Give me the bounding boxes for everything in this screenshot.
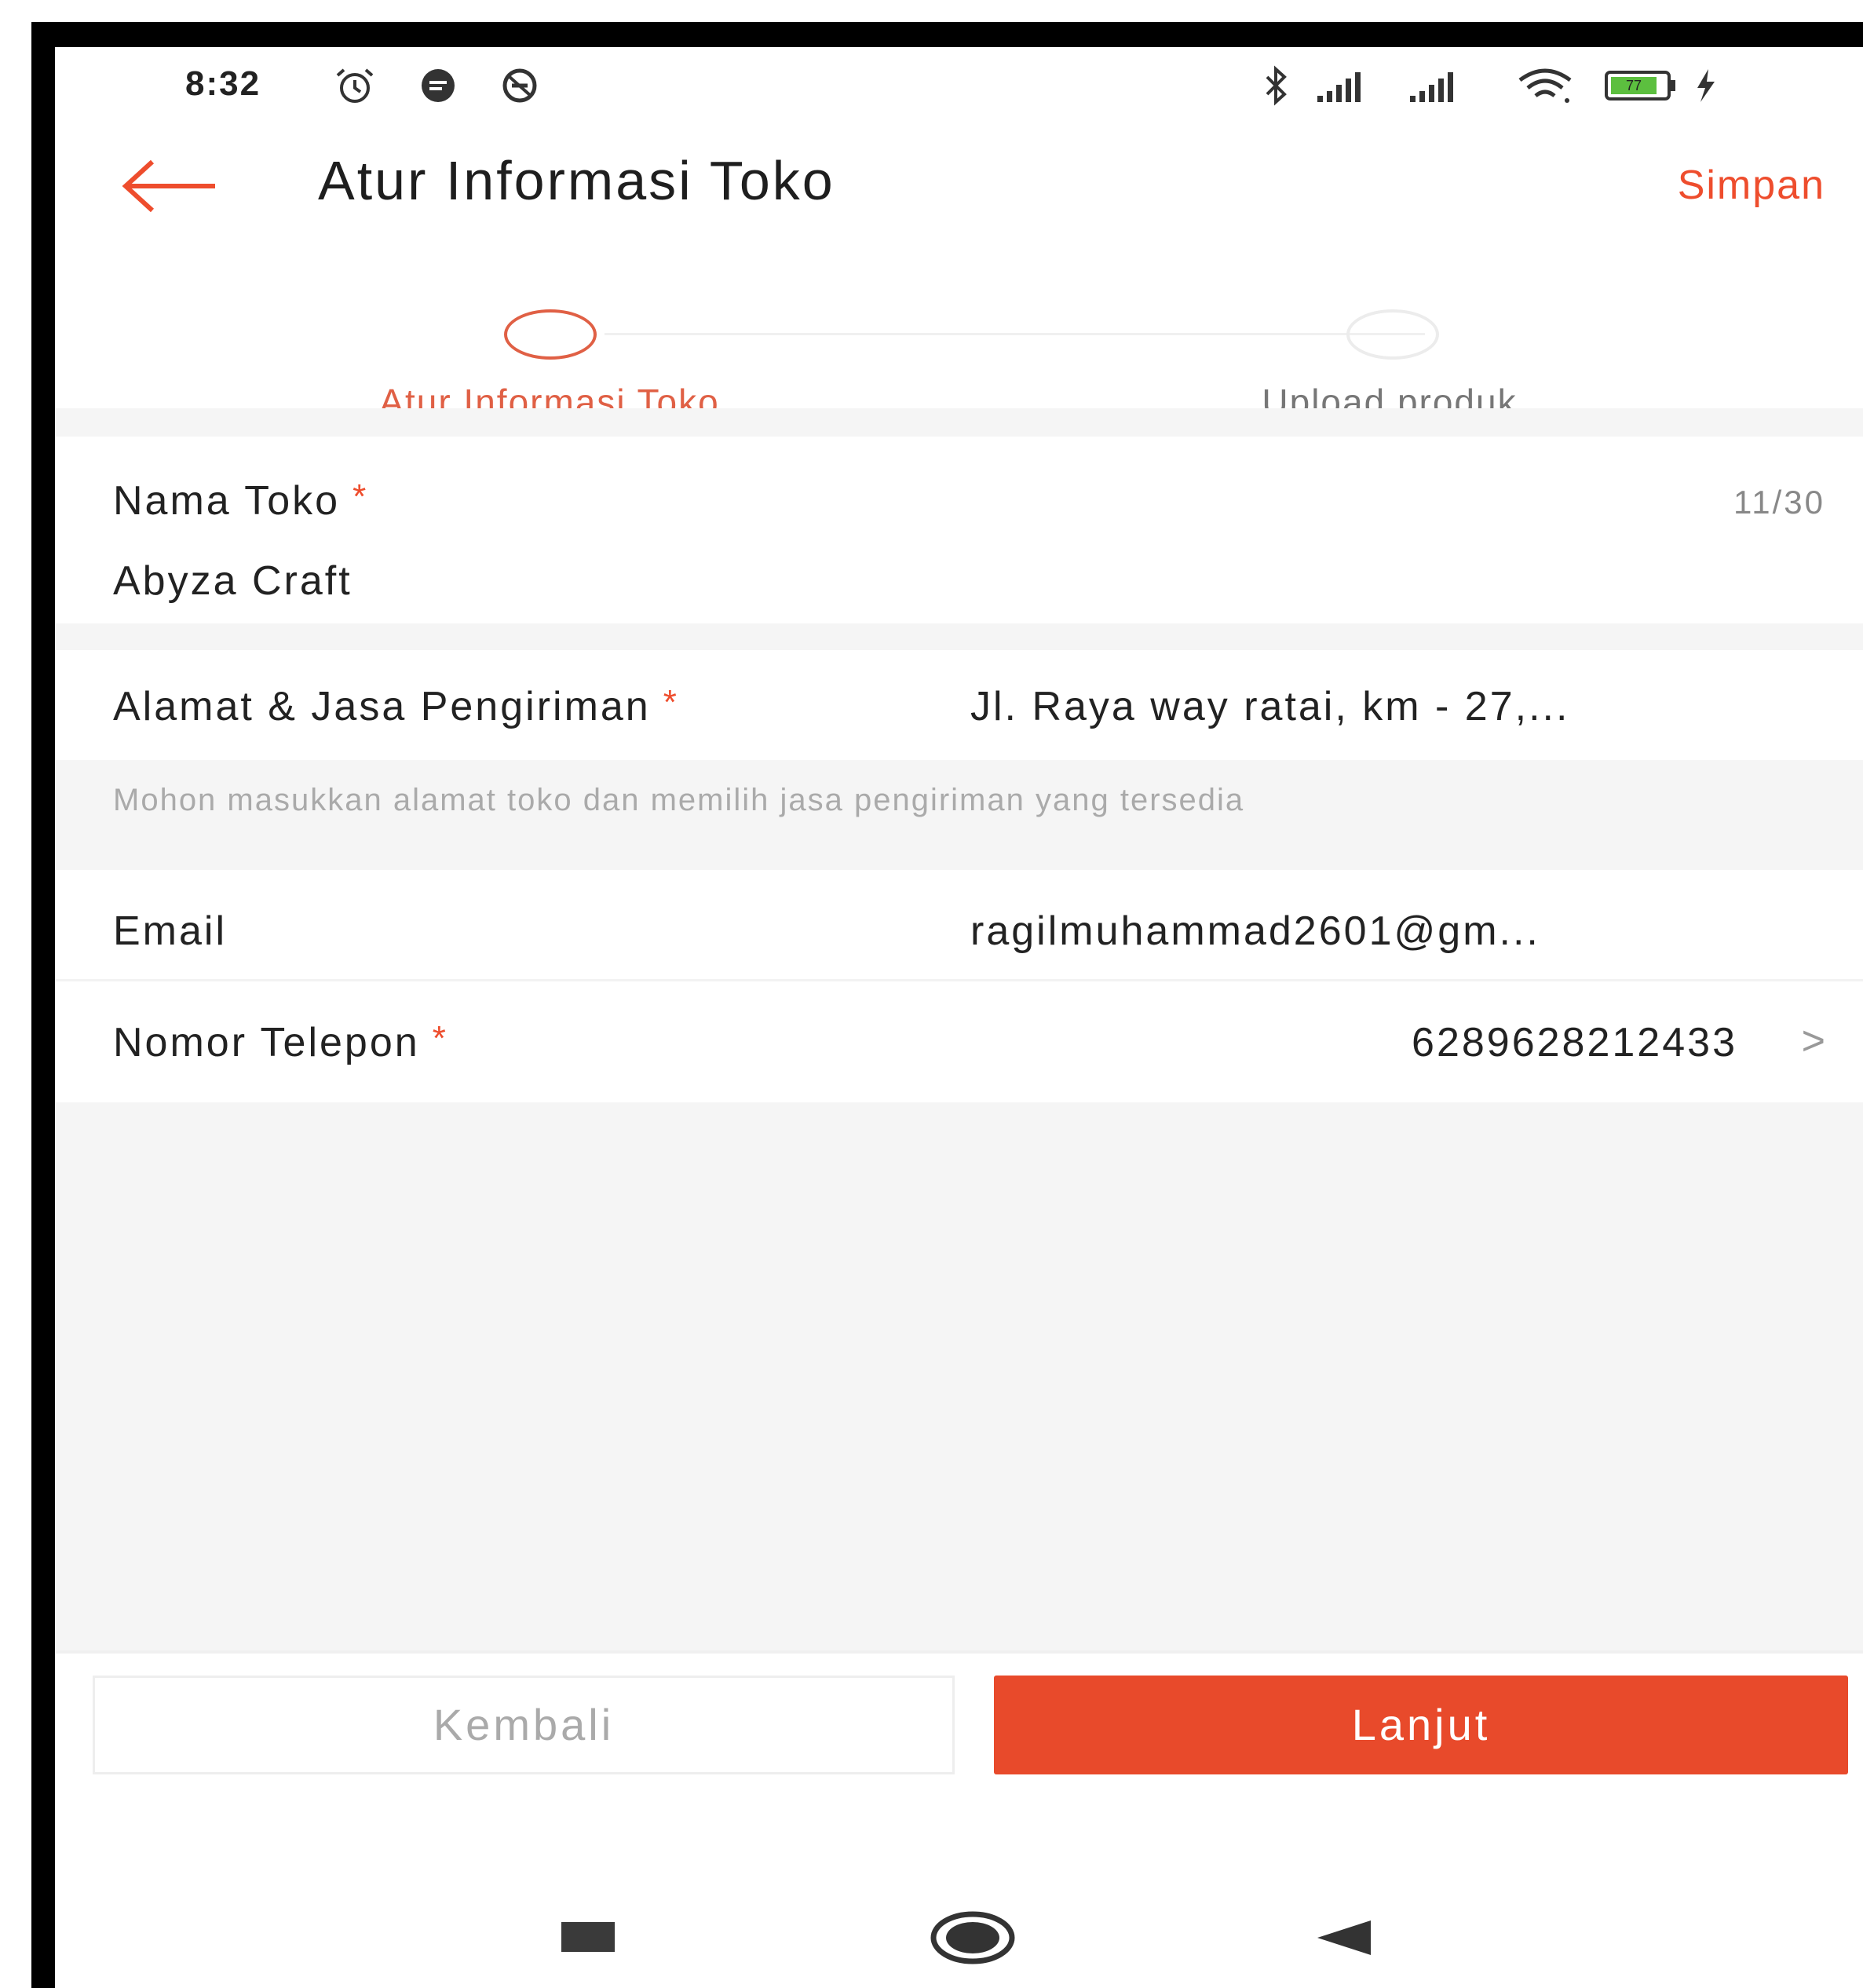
app-header: Atur Informasi Toko Simpan <box>55 141 1863 243</box>
address-hint: Mohon masukkan alamat toko dan memilih j… <box>55 760 1863 870</box>
step-2-indicator <box>1346 309 1439 360</box>
email-label: Email <box>113 908 228 954</box>
recent-apps-icon[interactable] <box>561 1922 615 1952</box>
wifi-icon <box>1518 68 1572 103</box>
section-divider <box>55 408 1863 437</box>
content-empty-area <box>55 1102 1863 1650</box>
store-name-field[interactable]: Nama Toko * 11/30 Abyza Craft <box>55 437 1863 623</box>
device-bezel-top <box>31 22 1863 47</box>
address-label: Alamat & Jasa Pengiriman * <box>113 683 679 729</box>
page-title: Atur Informasi Toko <box>318 150 835 211</box>
device-bezel-left <box>31 22 55 1988</box>
address-hint-text: Mohon masukkan alamat toko dan memilih j… <box>113 783 1245 817</box>
address-value: Jl. Raya way ratai, km - 27,... <box>970 684 1570 729</box>
charging-icon <box>1697 69 1715 102</box>
phone-value: 6289628212433 <box>1412 1020 1737 1065</box>
status-time: 8:32 <box>185 64 261 103</box>
status-bar: 8:32 77 <box>55 47 1863 126</box>
email-value: ragilmuhammad2601@gm... <box>970 908 1540 954</box>
step-1-indicator <box>504 309 597 360</box>
signal-icon <box>1410 72 1453 102</box>
email-field[interactable]: Email ragilmuhammad2601@gm... <box>55 870 1863 981</box>
arrow-left-icon[interactable] <box>118 159 220 214</box>
signal-icon <box>1317 72 1361 102</box>
home-icon[interactable] <box>929 1908 1017 1968</box>
system-nav-bar <box>55 1870 1863 1988</box>
section-divider <box>55 623 1863 650</box>
stepper-line <box>605 333 1425 335</box>
back-icon[interactable] <box>1314 1917 1374 1958</box>
store-name-value[interactable]: Abyza Craft <box>113 557 353 605</box>
phone-label: Nomor Telepon * <box>113 1019 448 1065</box>
footer-actions: Kembali Lanjut <box>55 1650 1863 1870</box>
svg-text:77: 77 <box>1626 78 1642 93</box>
chevron-right-icon: > <box>1801 1018 1825 1064</box>
phone-screen: 8:32 77 Atur Informasi Toko Simpan Atur … <box>55 47 1863 1988</box>
vpn-icon <box>502 68 537 103</box>
battery-icon: 77 <box>1605 71 1675 100</box>
phone-field[interactable]: Nomor Telepon * 6289628212433 > <box>55 981 1863 1102</box>
alarm-icon <box>336 68 374 103</box>
save-button[interactable]: Simpan <box>1678 162 1825 209</box>
character-counter: 11/30 <box>1733 484 1825 521</box>
store-name-label: Nama Toko * <box>113 477 369 524</box>
address-field[interactable]: Alamat & Jasa Pengiriman * Jl. Raya way r… <box>55 650 1863 760</box>
progress-stepper: Atur Informasi Toko Upload produk <box>55 251 1863 422</box>
next-button[interactable]: Lanjut <box>994 1676 1848 1774</box>
back-button[interactable]: Kembali <box>93 1676 955 1774</box>
message-icon <box>422 69 455 102</box>
bluetooth-icon <box>1266 65 1287 106</box>
